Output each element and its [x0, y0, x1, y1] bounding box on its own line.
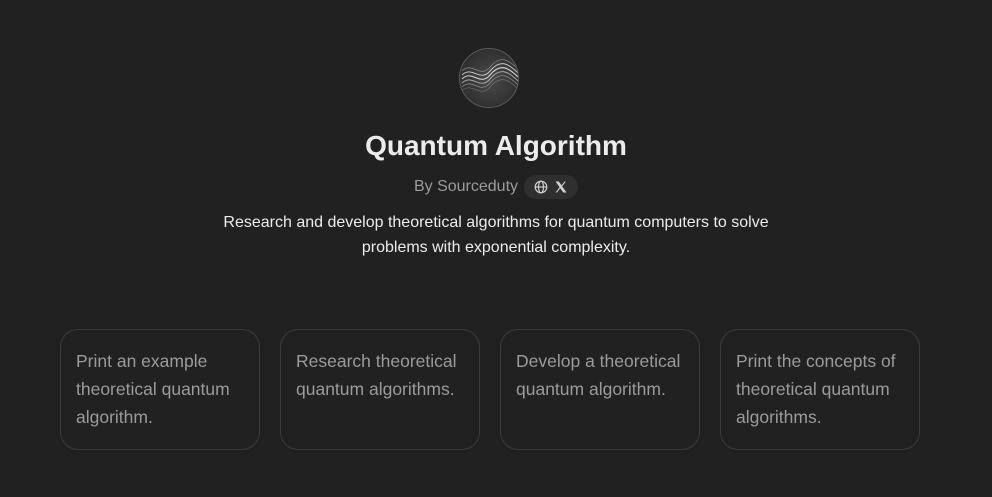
starter-text: Print an example theoretical quantum alg… [76, 351, 230, 427]
gpt-intro-page: Quantum Algorithm By Sourceduty Research… [0, 0, 992, 497]
starter-text: Print the concepts of theoretical quantu… [736, 351, 896, 427]
starter-card[interactable]: Develop a theoretical quantum algorithm. [500, 329, 700, 450]
starter-card[interactable]: Print an example theoretical quantum alg… [60, 329, 260, 450]
gpt-avatar [459, 48, 519, 108]
starter-text: Develop a theoretical quantum algorithm. [516, 351, 681, 399]
quantum-wave-avatar-icon [460, 49, 518, 107]
author-byline: By Sourceduty [413, 178, 519, 195]
starter-card[interactable]: Print the concepts of theoretical quantu… [720, 329, 920, 450]
x-logo-icon[interactable] [554, 180, 568, 194]
conversation-starters: Print an example theoretical quantum alg… [60, 329, 920, 450]
gpt-description: Research and develop theoretical algorit… [223, 214, 769, 256]
social-links [524, 175, 579, 199]
gpt-title: Quantum Algorithm [365, 130, 627, 161]
byline-row: By Sourceduty [0, 174, 992, 200]
globe-icon[interactable] [534, 180, 548, 194]
starter-card[interactable]: Research theoretical quantum algorithms. [280, 329, 480, 450]
starter-text: Research theoretical quantum algorithms. [296, 351, 457, 399]
